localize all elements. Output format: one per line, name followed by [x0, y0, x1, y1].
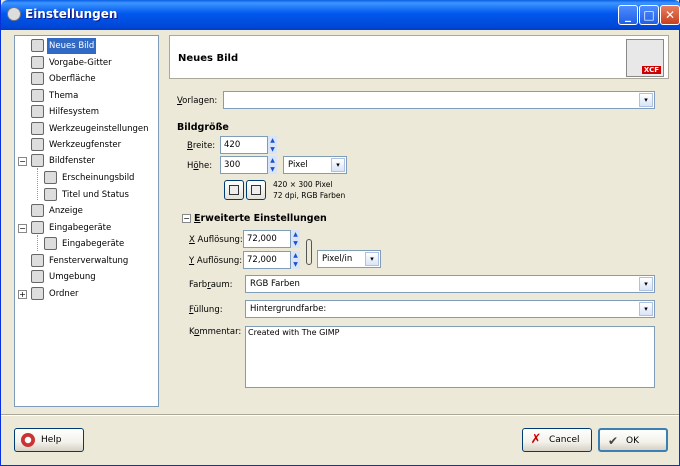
comment-label: Kommentar: [189, 327, 242, 337]
ok-button-label: OK [626, 436, 639, 446]
chevron-down-icon: ▾ [331, 158, 345, 172]
height-stepper[interactable]: ▲ ▼ [268, 156, 277, 174]
yres-label: Y Auflösung: [189, 256, 243, 266]
size-heading: Bildgröße [177, 122, 229, 133]
title-bar[interactable]: Einstellungen _ □ ✕ [1, 0, 680, 30]
page-header: Neues Bild XCF [169, 35, 669, 79]
arrow-up-icon[interactable]: ▲ [291, 230, 300, 239]
cancel-x-icon: ✗ [530, 432, 542, 447]
ok-button[interactable]: ✔ OK [598, 428, 668, 452]
help-button-label: Help [41, 435, 62, 445]
chevron-down-icon: ▾ [639, 93, 653, 107]
close-button[interactable]: ✕ [660, 5, 680, 25]
portrait-button[interactable] [224, 180, 244, 200]
size-info-line2: 72 dpi, RGB Farben [273, 191, 346, 200]
xres-input[interactable]: 72,000 [243, 230, 291, 248]
arrow-down-icon[interactable]: ▼ [268, 145, 277, 154]
page-title: Neues Bild [178, 53, 239, 64]
expander-eingabegeraete[interactable]: − [18, 224, 27, 233]
gimp-wilber-logo: XCF [626, 39, 664, 77]
height-input[interactable]: 300 [220, 156, 268, 174]
title-status-icon [44, 188, 57, 201]
chevron-down-icon: ▾ [365, 252, 379, 266]
minimize-button[interactable]: _ [618, 5, 638, 25]
arrow-up-icon[interactable]: ▲ [268, 136, 277, 145]
cancel-button-label: Cancel [549, 435, 580, 445]
yres-stepper[interactable]: ▲ ▼ [291, 251, 300, 269]
xcf-logo-text: XCF [641, 66, 661, 74]
settings-panel: Neues Bild XCF Vorlagen: ▾ Bildgröße Bre… [169, 35, 669, 407]
input-controllers-icon [44, 237, 57, 250]
tree-line [37, 168, 38, 200]
help-button[interactable]: Help [14, 428, 84, 452]
arrow-down-icon[interactable]: ▼ [291, 239, 300, 248]
advanced-expander[interactable]: − [182, 214, 191, 223]
preferences-window: Einstellungen _ □ ✕ Neues Bild Vorgabe-G… [0, 0, 680, 466]
arrow-up-icon[interactable]: ▲ [291, 251, 300, 260]
expander-bildfenster[interactable]: − [18, 157, 27, 166]
footer-divider [1, 414, 679, 416]
xres-label: X Auflösung: [189, 235, 243, 245]
app-icon [7, 7, 21, 21]
lifebuoy-icon [21, 433, 35, 447]
ok-hand-icon: ✔ [607, 434, 619, 448]
arrow-down-icon[interactable]: ▼ [291, 260, 300, 269]
cancel-button[interactable]: ✗ Cancel [522, 428, 592, 452]
window-management-icon [31, 254, 44, 267]
chevron-down-icon: ▾ [639, 302, 653, 316]
chevron-down-icon: ▾ [639, 277, 653, 291]
landscape-button[interactable] [246, 180, 266, 200]
chain-link-icon[interactable] [306, 239, 312, 265]
arrow-up-icon[interactable]: ▲ [268, 156, 277, 165]
advanced-heading[interactable]: Erweiterte Einstellungen [194, 213, 327, 224]
arrow-down-icon[interactable]: ▼ [268, 165, 277, 174]
tool-options-icon [31, 122, 44, 135]
help-system-icon [31, 105, 44, 118]
landscape-icon [251, 185, 261, 195]
width-stepper[interactable]: ▲ ▼ [268, 136, 277, 154]
templates-label: Vorlagen: [177, 96, 218, 106]
colorspace-label: Farbraum: [189, 280, 233, 290]
environment-icon [31, 270, 44, 283]
width-input[interactable]: 420 [220, 136, 268, 154]
folders-icon [31, 287, 44, 300]
height-label: Höhe: [187, 161, 213, 171]
yres-input[interactable]: 72,000 [243, 251, 291, 269]
resolution-unit-combo[interactable]: Pixel/in ▾ [317, 250, 381, 268]
appearance-icon [44, 171, 57, 184]
interface-icon [31, 72, 44, 85]
input-devices-icon [31, 221, 44, 234]
toolbox-icon [31, 138, 44, 151]
fill-label: Füllung: [189, 305, 223, 315]
portrait-icon [229, 185, 239, 195]
templates-combo[interactable]: ▾ [223, 91, 655, 109]
unit-combo[interactable]: Pixel ▾ [283, 156, 347, 174]
category-tree[interactable]: Neues Bild Vorgabe-Gitter Oberfläche The… [14, 35, 159, 407]
display-icon [31, 204, 44, 217]
maximize-button[interactable]: □ [639, 5, 659, 25]
grid-icon [31, 56, 44, 69]
fill-combo[interactable]: Hintergrundfarbe: ▾ [245, 300, 655, 318]
tree-line [37, 235, 38, 251]
width-label: Breite: [187, 141, 216, 151]
colorspace-combo[interactable]: RGB Farben ▾ [245, 275, 655, 293]
comment-textarea[interactable]: Created with The GIMP [245, 326, 655, 388]
size-info-line1: 420 × 300 Pixel [273, 180, 333, 189]
image-window-icon [31, 154, 44, 167]
image-icon [31, 39, 44, 52]
expander-ordner[interactable]: + [18, 290, 27, 299]
window-title: Einstellungen [25, 7, 118, 21]
xres-stepper[interactable]: ▲ ▼ [291, 230, 300, 248]
theme-icon [31, 89, 44, 102]
